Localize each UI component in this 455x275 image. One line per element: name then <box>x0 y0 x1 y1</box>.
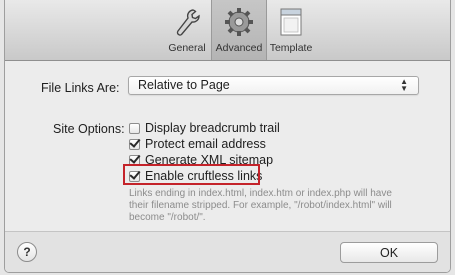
button-bar: ? OK <box>5 231 450 272</box>
ok-button[interactable]: OK <box>340 242 438 263</box>
preferences-window: General Advanced Template File Links Are… <box>4 0 451 273</box>
protect-email-option[interactable]: Protect email address <box>129 136 266 152</box>
tab-general[interactable]: General <box>164 2 210 58</box>
file-links-select[interactable]: Relative to Page ▲ ▼ <box>128 76 419 95</box>
breadcrumb-option[interactable]: Display breadcrumb trail <box>129 120 280 136</box>
tab-general-label: General <box>168 42 206 54</box>
breadcrumb-checkbox[interactable] <box>129 122 140 134</box>
tab-template-label: Template <box>269 42 313 54</box>
page-icon <box>278 5 304 37</box>
tab-advanced[interactable]: Advanced <box>211 0 267 60</box>
breadcrumb-label: Display breadcrumb trail <box>145 121 280 135</box>
help-button[interactable]: ? <box>17 242 37 262</box>
toolbar: General Advanced Template <box>5 0 450 61</box>
protect-email-checkbox[interactable] <box>129 138 140 150</box>
protect-email-label: Protect email address <box>145 137 266 151</box>
highlight-box <box>123 164 260 185</box>
file-links-value: Relative to Page <box>138 78 230 92</box>
file-links-label: File Links Are: <box>41 81 120 95</box>
gear-icon <box>224 5 254 37</box>
advanced-pane: File Links Are: Relative to Page ▲ ▼ Site… <box>5 61 450 231</box>
select-arrows-icon: ▲ ▼ <box>400 77 408 93</box>
cruftless-help-text: Links ending in index.html, index.htm or… <box>129 188 392 223</box>
wrench-icon <box>174 5 200 37</box>
site-options-label: Site Options: <box>53 122 125 136</box>
tab-template[interactable]: Template <box>265 2 317 58</box>
tab-advanced-label: Advanced <box>215 42 263 54</box>
